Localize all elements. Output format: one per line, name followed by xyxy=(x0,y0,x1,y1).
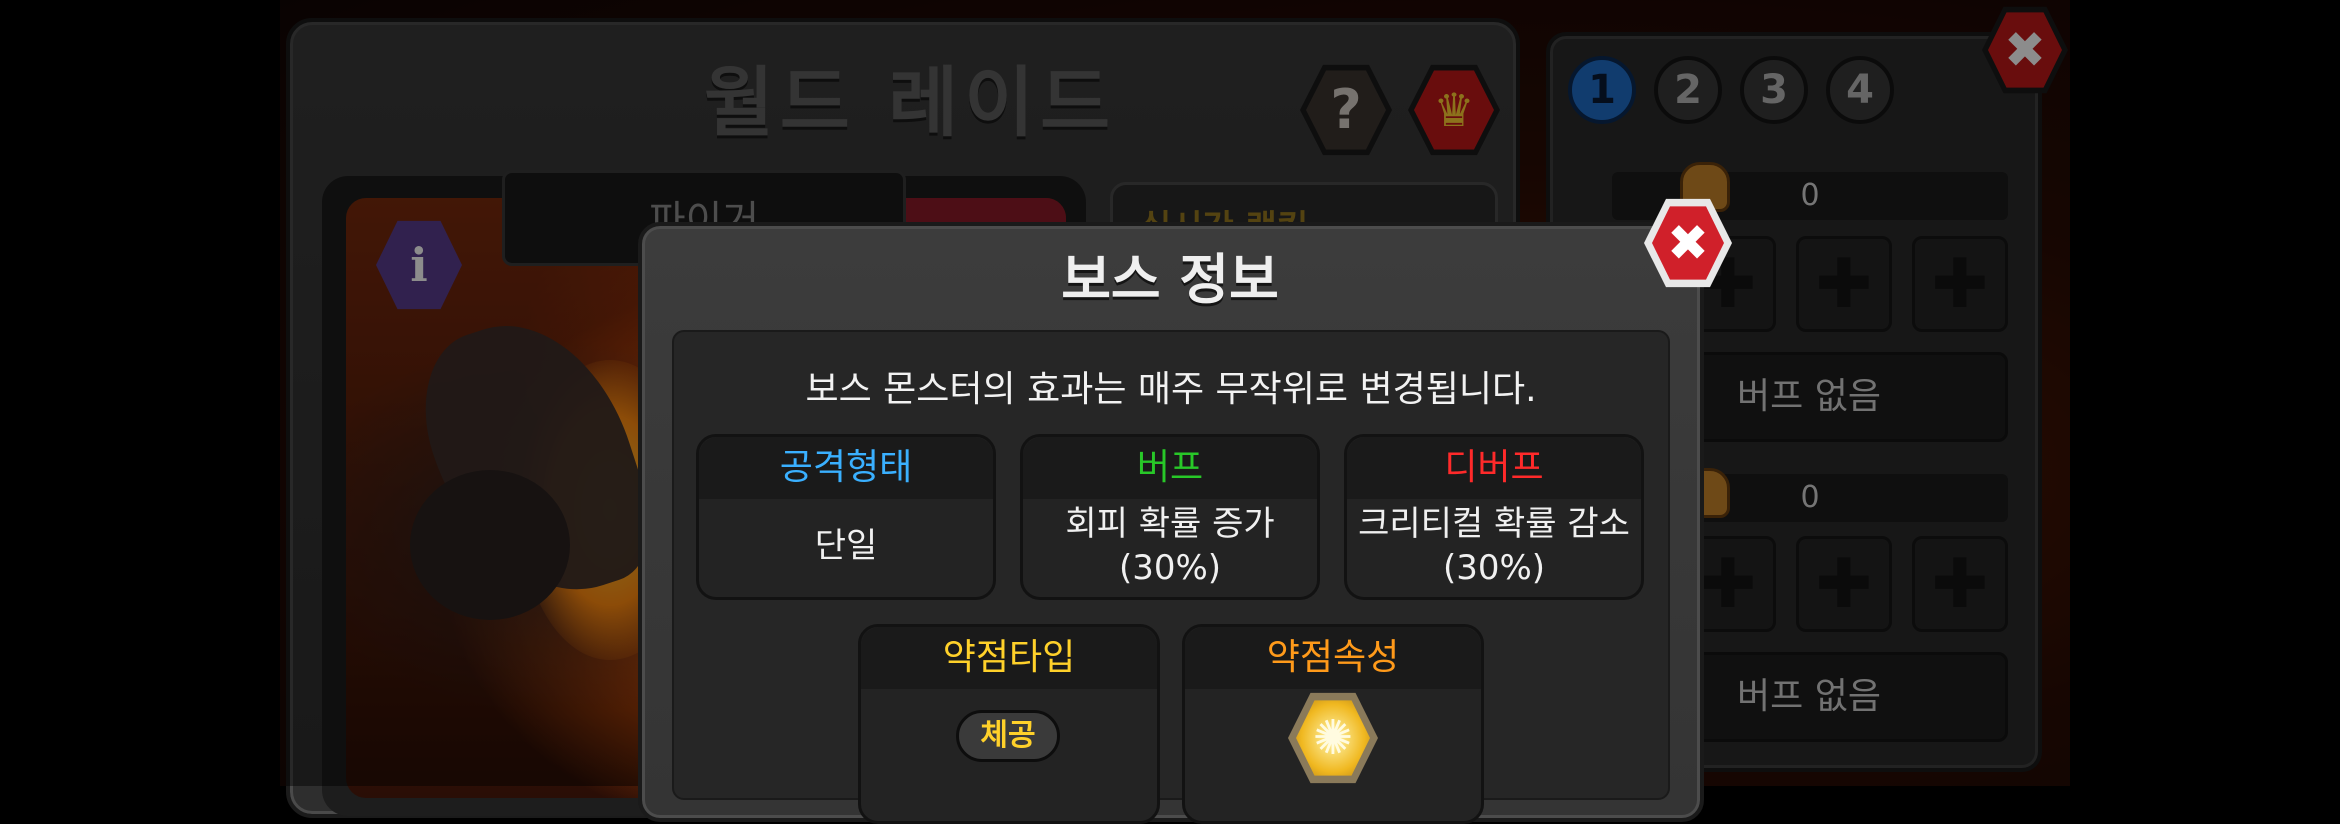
modal-description: 보스 몬스터의 효과는 매주 무작위로 변경됩니다. xyxy=(805,369,1537,410)
debuff-label: 디버프 xyxy=(1347,437,1641,499)
attack-type-value: 단일 xyxy=(814,526,878,566)
weak-type-label: 약점타입 xyxy=(861,627,1157,689)
attack-type-label: 공격형태 xyxy=(699,437,993,499)
debuff-effect: 크리티컬 확률 감소 xyxy=(1358,504,1630,544)
debuff-percent: (30%) xyxy=(1442,548,1546,588)
buff-label: 버프 xyxy=(1023,437,1317,499)
buff-percent: (30%) xyxy=(1118,548,1222,588)
weak-element-label: 약점속성 xyxy=(1185,627,1481,689)
weak-type-badge: 체공 xyxy=(956,710,1060,762)
modal-title: 보스 정보 xyxy=(1061,248,1279,311)
buff-effect: 회피 확률 증가 xyxy=(1065,504,1275,544)
